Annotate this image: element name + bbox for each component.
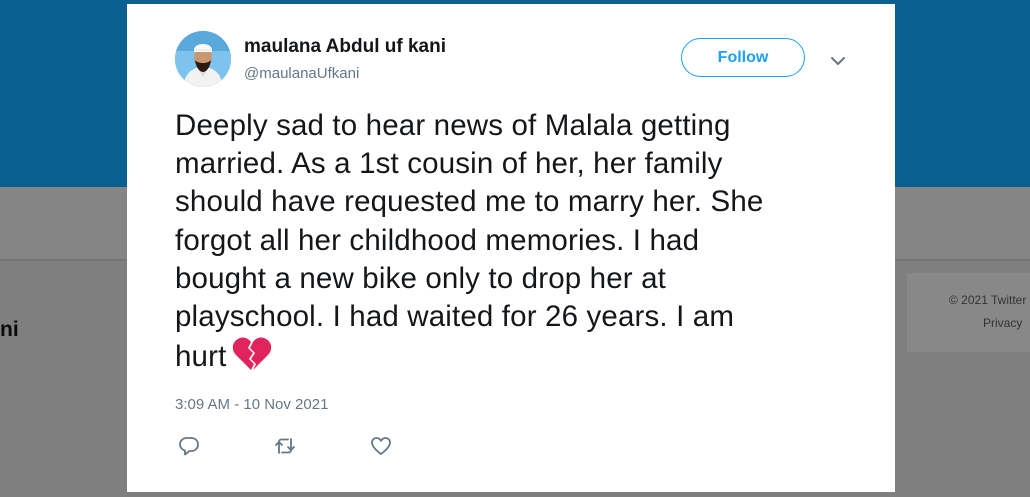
retweet-icon[interactable] (273, 434, 297, 458)
footer-copyright: © 2021 Twitter (949, 293, 1027, 307)
tweet-card: maulana Abdul uf kani @maulanaUfkani Fol… (127, 4, 895, 492)
tweet-text-line: playschool. I had waited for 26 years. I… (175, 300, 735, 334)
reply-icon[interactable] (177, 434, 201, 458)
like-icon[interactable] (369, 434, 393, 458)
background-profile-name: ni (0, 318, 19, 341)
tweet-text-line: forgot all her childhood memories. I had (175, 223, 700, 257)
tweet-text-line: should have requested me to marry her. S… (175, 185, 764, 219)
tweet-text: Deeply sad to hear news of Malala gettin… (175, 107, 855, 376)
author-display-name[interactable]: maulana Abdul uf kani (244, 36, 446, 58)
tweet-text-line: hurt (175, 340, 227, 374)
footer-privacy-link[interactable]: Privacy (983, 316, 1022, 330)
tweet-text-line: Deeply sad to hear news of Malala gettin… (175, 109, 731, 142)
chevron-down-icon[interactable] (827, 50, 849, 72)
profile-photo-icon (175, 31, 231, 87)
author-handle[interactable]: @maulanaUfkani (244, 65, 359, 82)
follow-button[interactable]: Follow (681, 38, 805, 77)
footer-card (907, 273, 1030, 352)
tweet-text-line: bought a new bike only to drop her at (175, 261, 666, 295)
broken-heart-icon (232, 336, 272, 372)
author-avatar[interactable] (175, 31, 231, 87)
tweet-text-line: married. As a 1st cousin of her, her fam… (175, 147, 723, 181)
tweet-timestamp[interactable]: 3:09 AM - 10 Nov 2021 (175, 396, 328, 413)
